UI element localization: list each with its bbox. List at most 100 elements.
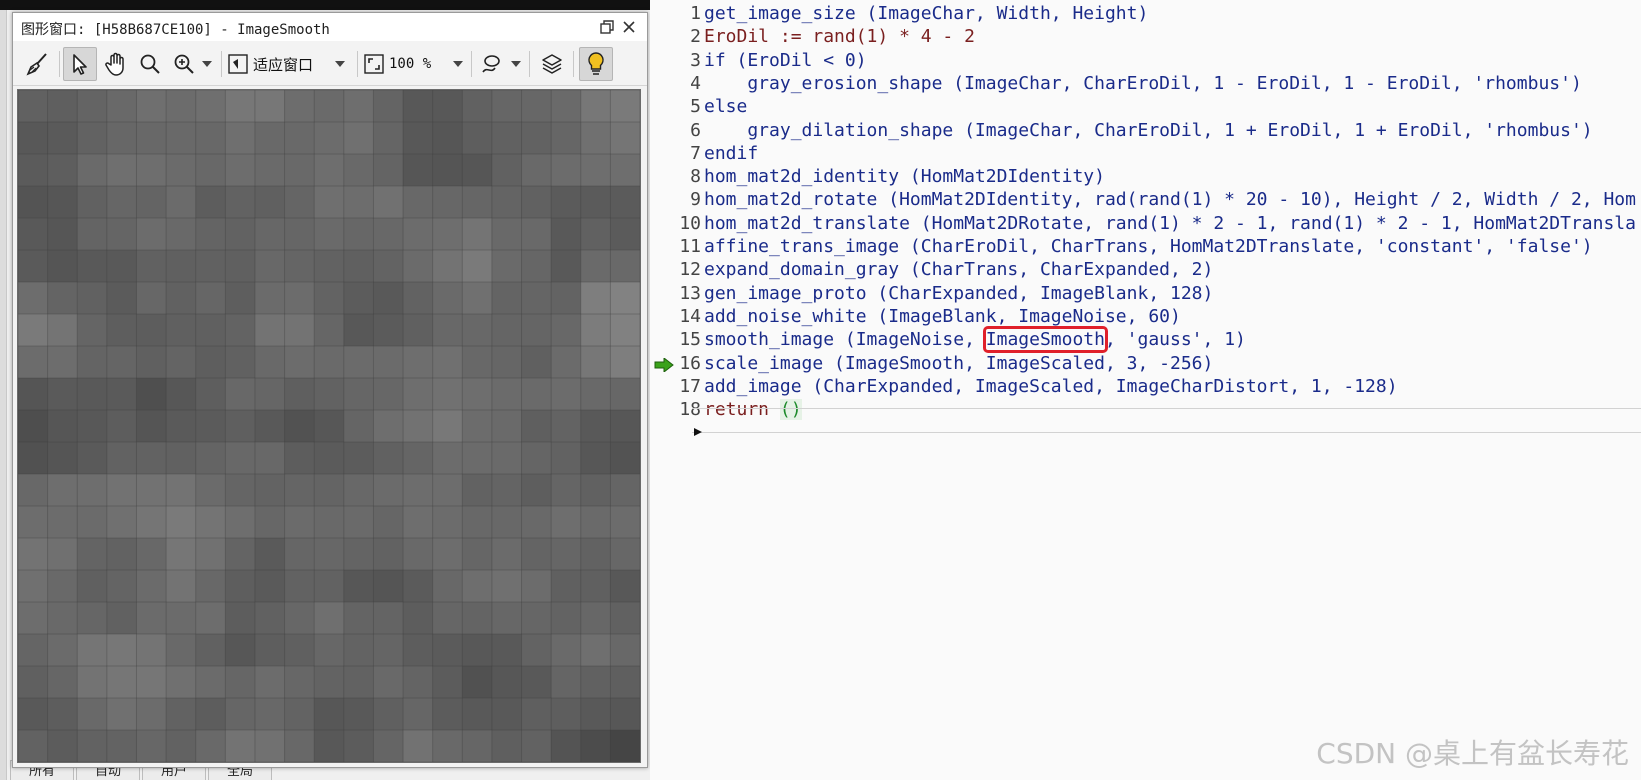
image-pixel xyxy=(343,218,374,251)
image-pixel xyxy=(77,474,108,507)
image-pixel xyxy=(77,634,108,667)
code-line[interactable]: 17 add_image (CharExpanded, ImageScaled, … xyxy=(650,375,1641,399)
image-pixel xyxy=(521,186,552,219)
code-line[interactable]: 15 smooth_image (ImageNoise, ImageSmooth,… xyxy=(650,326,1641,354)
image-pixel xyxy=(580,410,611,443)
image-pixel xyxy=(136,474,167,507)
line-number: 13 xyxy=(679,282,701,304)
image-pixel xyxy=(106,634,137,667)
highlighted-variable[interactable]: ImageSmooth xyxy=(982,326,1108,354)
image-pixel xyxy=(136,666,167,699)
fit-window-dropdown[interactable]: 适应窗口 xyxy=(225,47,355,81)
image-pixel xyxy=(580,602,611,635)
code-line[interactable]: 11 affine_trans_image (CharEroDil, CharTr… xyxy=(650,235,1641,259)
line-number: 7 xyxy=(690,142,701,164)
image-pixel xyxy=(106,506,137,539)
image-pixel xyxy=(254,378,286,411)
graphics-window: 图形窗口: [H58B687CE100] - ImageSmooth 适应窗口 … xyxy=(12,12,648,768)
magnify-button[interactable] xyxy=(133,47,167,81)
graphics-window-titlebar[interactable]: 图形窗口: [H58B687CE100] - ImageSmooth xyxy=(13,13,647,41)
draw-mode-dropdown[interactable] xyxy=(475,47,525,81)
zoom-level-dropdown[interactable]: 100 % xyxy=(361,47,469,81)
code-line[interactable]: 2 EroDil := rand(1) * 4 - 2 xyxy=(650,25,1641,49)
image-pixel xyxy=(47,346,78,379)
image-pixel xyxy=(521,634,552,667)
image-pixel xyxy=(521,346,552,379)
zoom-frame-icon xyxy=(364,54,384,74)
image-pixel xyxy=(343,250,374,283)
image-pixel xyxy=(225,634,256,667)
code-line[interactable]: 10 hom_mat2d_translate (HomMat2DRotate, r… xyxy=(650,212,1641,236)
image-pixel xyxy=(284,730,315,762)
image-pixel xyxy=(225,410,256,443)
restore-icon[interactable] xyxy=(597,17,617,37)
image-pixel xyxy=(610,250,640,283)
code-line[interactable]: 8 hom_mat2d_identity (HomMat2DIdentity) xyxy=(650,165,1641,189)
image-canvas[interactable] xyxy=(17,89,641,763)
image-pixel xyxy=(136,282,167,315)
code-line[interactable]: 14 add_noise_white (ImageBlank, ImageNois… xyxy=(650,305,1641,329)
hint-button[interactable] xyxy=(579,47,613,81)
image-pixel xyxy=(403,538,434,571)
select-pointer-button[interactable] xyxy=(63,47,97,81)
layers-button[interactable] xyxy=(535,47,569,81)
image-pixel xyxy=(343,698,374,731)
image-pixel xyxy=(403,90,434,123)
image-pixel xyxy=(343,634,374,667)
image-pixel xyxy=(521,282,552,315)
zoom-level-label: 100 % xyxy=(389,56,432,72)
image-pixel xyxy=(491,186,523,219)
image-pixel xyxy=(225,122,256,155)
code-line[interactable]: 7 endif xyxy=(650,142,1641,166)
image-pixel xyxy=(373,282,404,315)
image-pixel xyxy=(610,602,640,635)
code-line[interactable]: 5 else xyxy=(650,95,1641,119)
image-pixel xyxy=(462,602,493,635)
image-pixel xyxy=(462,122,493,155)
code-line[interactable]: 4 gray_erosion_shape (ImageChar, CharEro… xyxy=(650,72,1641,96)
image-pixel xyxy=(18,538,49,571)
image-pixel xyxy=(166,378,197,411)
line-number: 14 xyxy=(679,305,701,327)
code-line[interactable]: 18 return () xyxy=(650,398,1641,422)
image-pixel xyxy=(18,410,49,443)
zoom-in-dropdown[interactable] xyxy=(167,47,217,81)
code-line[interactable]: 16 scale_image (ImageSmooth, ImageScaled,… xyxy=(650,352,1641,376)
image-pixel xyxy=(106,122,137,155)
image-pixel xyxy=(106,442,137,475)
image-pixel xyxy=(491,282,523,315)
code-line[interactable]: 12 expand_domain_gray (CharTrans, CharExp… xyxy=(650,258,1641,282)
image-pixel xyxy=(136,250,167,283)
image-pixel xyxy=(551,474,582,507)
image-pixel xyxy=(373,218,404,251)
image-pixel xyxy=(106,314,137,347)
image-pixel xyxy=(403,346,434,379)
code-line[interactable]: 1 get_image_size (ImageChar, Width, Heigh… xyxy=(650,2,1641,26)
clear-window-button[interactable] xyxy=(21,47,55,81)
code-line[interactable]: 9 hom_mat2d_rotate (HomMat2DIdentity, rad… xyxy=(650,188,1641,212)
image-pixel xyxy=(166,538,197,571)
image-pixel xyxy=(551,218,582,251)
image-pixel xyxy=(551,442,582,475)
image-pixel xyxy=(432,218,463,251)
program-editor[interactable]: 1 get_image_size (ImageChar, Width, Heigh… xyxy=(650,0,1641,780)
close-icon[interactable] xyxy=(619,17,639,37)
code-text: hom_mat2d_translate (HomMat2DRotate, ran… xyxy=(704,212,1636,234)
image-pixel xyxy=(136,538,167,571)
pan-button[interactable] xyxy=(99,47,133,81)
matched-parens: () xyxy=(779,399,802,421)
image-pixel xyxy=(136,90,167,123)
image-pixel xyxy=(106,410,137,443)
code-line[interactable]: 6 gray_dilation_shape (ImageChar, CharEr… xyxy=(650,119,1641,143)
pointer-icon xyxy=(73,54,87,75)
image-pixel xyxy=(225,186,256,219)
image-pixel xyxy=(314,186,345,219)
image-pixel xyxy=(343,474,374,507)
image-pixel xyxy=(432,154,463,187)
code-line[interactable]: 13 gen_image_proto (CharExpanded, ImageBl… xyxy=(650,282,1641,306)
image-pixel xyxy=(284,410,315,443)
image-pixel xyxy=(343,506,374,539)
image-pixel xyxy=(18,282,49,315)
code-segment: smooth_image (ImageNoise, xyxy=(704,329,986,351)
code-line[interactable]: 3 if (EroDil < 0) xyxy=(650,49,1641,73)
